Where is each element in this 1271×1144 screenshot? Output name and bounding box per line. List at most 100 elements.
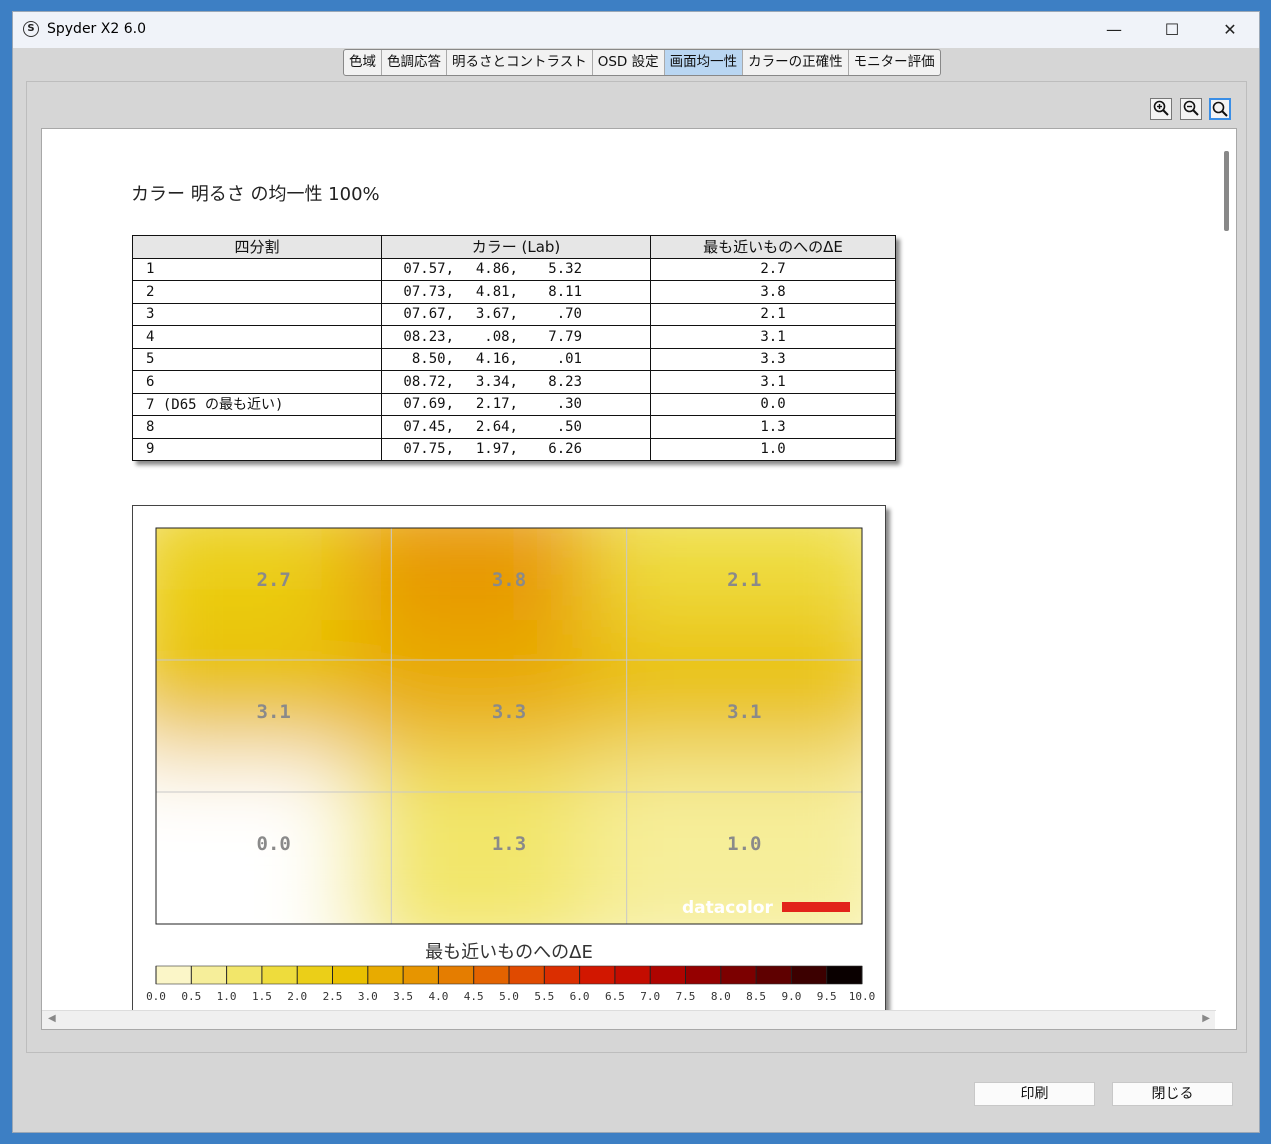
colorbar-tick-label: 6.5 — [605, 990, 625, 1003]
zoom-out-button[interactable] — [1180, 98, 1202, 120]
colorbar-segment — [509, 966, 545, 984]
colorbar-segment — [332, 966, 369, 984]
lab-cell: 07.45, 2.64, .50 — [381, 415, 651, 439]
cell-value-label: 3.3 — [492, 701, 526, 723]
app-window: S Spyder X2 6.0 — ☐ ✕ 色域 色調応答 明るさとコントラスト… — [12, 11, 1260, 1133]
delta-e-cell: 3.1 — [650, 370, 896, 394]
delta-e-cell: 0.0 — [650, 392, 896, 416]
scroll-right-icon[interactable]: ▶ — [1202, 1013, 1210, 1024]
colorbar-segment — [226, 966, 263, 984]
lab-a-value: 4.81, — [475, 283, 518, 300]
zoom-fit-icon — [1212, 101, 1228, 117]
colorbar-tick-label: 9.0 — [781, 990, 801, 1003]
scroll-left-icon[interactable]: ◀ — [48, 1013, 56, 1024]
colorbar-title: 最も近いものへのΔE — [425, 942, 593, 963]
delta-e-cell: 2.1 — [650, 302, 896, 326]
minimize-button[interactable]: — — [1091, 16, 1137, 44]
cell-value-label: 1.3 — [492, 833, 526, 855]
colorbar-segment — [685, 966, 722, 984]
zoom-in-button[interactable] — [1150, 98, 1172, 120]
colorbar-segment — [614, 966, 651, 984]
vertical-scroll-thumb[interactable] — [1224, 151, 1229, 231]
scroll-corner — [1215, 1011, 1236, 1029]
colorbar-segment — [826, 966, 863, 984]
lab-b-value: 8.11 — [548, 283, 582, 300]
title-bar[interactable]: S Spyder X2 6.0 — ☐ ✕ — [13, 12, 1259, 48]
colorbar-segment — [438, 966, 475, 984]
lab-b-value: 5.32 — [548, 261, 582, 278]
colorbar-segment — [367, 966, 404, 984]
colorbar-tick-label: 7.0 — [640, 990, 660, 1003]
colorbar-tick-label: 3.0 — [358, 990, 378, 1003]
colorbar-tick-label: 5.0 — [499, 990, 519, 1003]
lab-l-value: 07.69, — [403, 396, 454, 413]
table-row: 5 8.50, 4.16, .01 3.3 — [132, 347, 896, 371]
report-title: カラー 明るさ の均一性 100% — [131, 184, 380, 205]
lab-b-value: .50 — [556, 418, 582, 435]
quadrant-cell: 8 — [132, 415, 382, 439]
tab-color-accuracy[interactable]: カラーの正確性 — [743, 50, 849, 75]
tab-brightness-contrast[interactable]: 明るさとコントラスト — [447, 50, 593, 75]
maximize-button[interactable]: ☐ — [1149, 16, 1195, 44]
delta-e-cell: 2.7 — [650, 257, 896, 281]
datacolor-logo-bar — [782, 902, 850, 912]
lab-l-value: 07.45, — [403, 418, 454, 435]
lab-a-value: 4.16, — [475, 351, 518, 368]
lab-l-value: 07.75, — [403, 441, 454, 458]
report-view[interactable]: カラー 明るさ の均一性 100% 四分割 カラー (Lab) 最も近いものへの… — [41, 128, 1237, 1030]
table-header-row: 四分割 カラー (Lab) 最も近いものへのΔE — [132, 235, 896, 259]
table-row: 8 07.45, 2.64, .50 1.3 — [132, 415, 896, 439]
lab-a-value: 4.86, — [475, 261, 518, 278]
cell-value-label: 2.7 — [257, 569, 291, 591]
close-window-button[interactable]: ✕ — [1207, 16, 1253, 44]
quadrant-cell: 1 — [132, 257, 382, 281]
delta-e-cell: 3.8 — [650, 280, 896, 304]
lab-a-value: 3.67, — [475, 306, 518, 323]
uniformity-chart: 2.7 3.8 2.1 3.1 3.3 3.1 0.0 1.3 1.0 datacolor 最も近い… — [132, 505, 886, 1027]
quadrant-cell: 9 — [132, 437, 382, 461]
table-row: 3 07.67, 3.67, .70 2.1 — [132, 302, 896, 326]
tab-screen-uniformity[interactable]: 画面均一性 — [664, 50, 744, 75]
lab-cell: 08.23, .08, 7.79 — [381, 325, 651, 349]
table-row: 1 07.57, 4.86, 5.32 2.7 — [132, 257, 896, 281]
horizontal-scrollbar[interactable]: ◀ ▶ — [42, 1010, 1216, 1029]
colorbar-tick-label: 7.5 — [676, 990, 696, 1003]
quadrant-cell: 3 — [132, 302, 382, 326]
tab-monitor-rating[interactable]: モニター評価 — [849, 50, 940, 75]
quadrant-cell: 7 (D65 の最も近い) — [132, 392, 382, 416]
colorbar-tick-label: 4.5 — [464, 990, 484, 1003]
lab-cell: 08.72, 3.34, 8.23 — [381, 370, 651, 394]
colorbar-tick-label: 8.5 — [746, 990, 766, 1003]
tab-osd-settings[interactable]: OSD 設定 — [593, 50, 665, 75]
lab-l-value: 8.50, — [411, 351, 454, 368]
lab-cell: 8.50, 4.16, .01 — [381, 347, 651, 371]
colorbar-tick-label: 0.0 — [146, 990, 166, 1003]
zoom-out-icon — [1183, 100, 1199, 116]
colorbar-tick-label: 6.0 — [570, 990, 590, 1003]
lab-b-value: .30 — [556, 396, 582, 413]
vertical-scrollbar[interactable] — [1216, 129, 1236, 1013]
colorbar-tick-label: 9.5 — [817, 990, 837, 1003]
column-header-quadrant: 四分割 — [132, 235, 382, 259]
quadrant-cell: 2 — [132, 280, 382, 304]
zoom-fit-button[interactable] — [1209, 98, 1231, 120]
colorbar-tick-label: 10.0 — [849, 990, 876, 1003]
lab-b-value: 6.26 — [548, 441, 582, 458]
colorbar-tick-label: 2.0 — [287, 990, 307, 1003]
table-row: 6 08.72, 3.34, 8.23 3.1 — [132, 370, 896, 394]
close-button[interactable]: 閉じる — [1112, 1082, 1233, 1106]
colorbar-segment — [261, 966, 298, 984]
tab-gamut[interactable]: 色域 — [344, 50, 382, 75]
lab-cell: 07.69, 2.17, .30 — [381, 392, 651, 416]
lab-b-value: 8.23 — [548, 373, 582, 390]
lab-a-value: 2.17, — [475, 396, 518, 413]
table-row: 9 07.75, 1.97, 6.26 1.0 — [132, 437, 896, 461]
lab-l-value: 08.23, — [403, 328, 454, 345]
print-button[interactable]: 印刷 — [974, 1082, 1095, 1106]
cell-value-label: 0.0 — [257, 833, 291, 855]
colorbar-tick-label: 0.5 — [181, 990, 201, 1003]
tab-tone-response[interactable]: 色調応答 — [382, 50, 447, 75]
colorbar-tick-label: 4.0 — [428, 990, 448, 1003]
tab-bar: 色域 色調応答 明るさとコントラスト OSD 設定 画面均一性 カラーの正確性 … — [343, 49, 941, 76]
cell-value-label: 2.1 — [727, 569, 761, 591]
